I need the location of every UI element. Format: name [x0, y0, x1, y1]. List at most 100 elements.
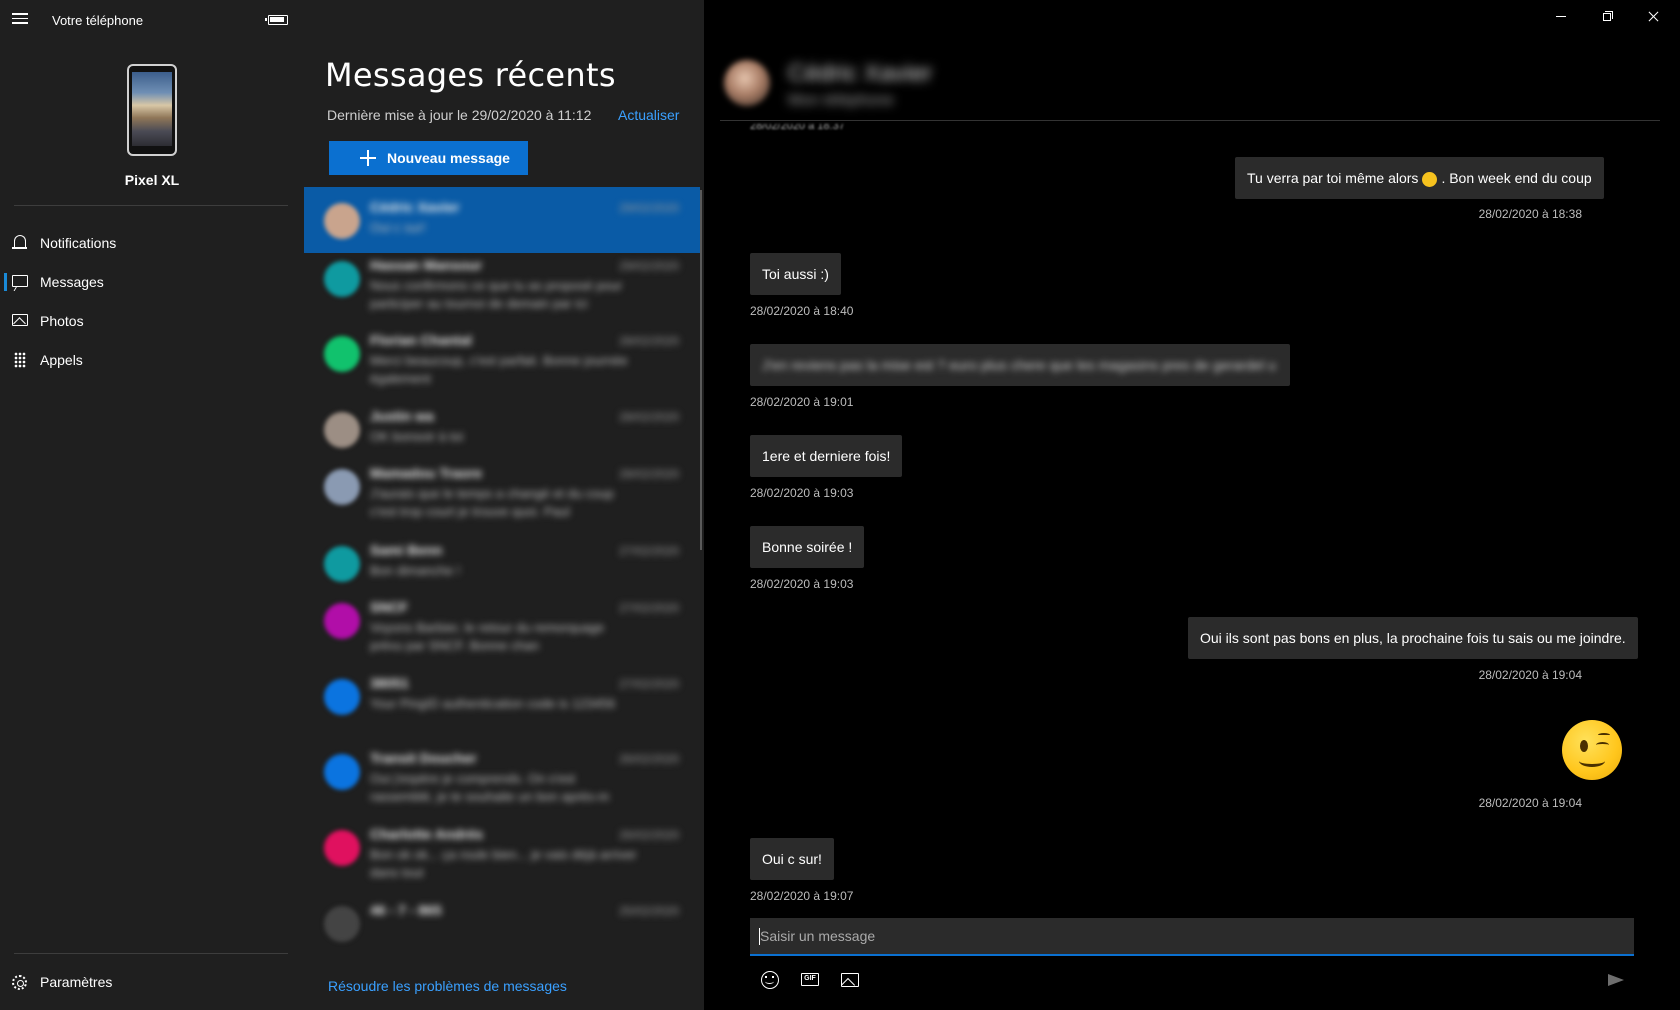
message-composer[interactable] — [750, 918, 1634, 956]
gif-icon: GIF — [801, 973, 819, 986]
conversation-name: 46 - 7 - 865 — [370, 902, 442, 918]
message-bubble-sent[interactable]: Tu verra par toi même alors . Bon week e… — [1235, 157, 1604, 199]
conversation-date: 26/02/2020 — [619, 752, 680, 766]
conversation-date: 28/02/2020 — [619, 410, 680, 424]
chat-pane: Cédric Xavier Mon téléphone 28/02/2020 à… — [704, 0, 1680, 1010]
conversation-date: 28/02/2020 — [619, 467, 680, 481]
conversation-item[interactable]: 46 - 7 - 865 25/02/2020 — [304, 890, 700, 964]
emoji-icon — [761, 971, 779, 989]
conversation-date: 27/02/2020 — [619, 544, 680, 558]
winking-face-emoji-icon[interactable] — [1562, 720, 1622, 780]
conversation-date: 27/02/2020 — [619, 677, 680, 691]
message-bubble-sent[interactable]: Oui ils sont pas bons en plus, la procha… — [1188, 617, 1638, 659]
conversation-name: Cédric Xavier — [370, 199, 460, 215]
nav-item-notifications[interactable]: Notifications — [0, 224, 304, 262]
conversation-date: 28/02/2020 — [619, 334, 680, 348]
conversation-item[interactable]: SNCF 27/02/2020 Voyons Barbier, le retour … — [304, 587, 700, 661]
message-bubble-received[interactable]: Oui c sur! — [750, 838, 834, 880]
gear-icon — [12, 975, 27, 990]
conversation-item[interactable]: Cédric Xavier 29/02/2020 Oui c sur! — [304, 187, 700, 253]
nav-item-settings[interactable]: Paramètres — [0, 963, 304, 1001]
message-input[interactable] — [750, 918, 1634, 954]
minimize-icon — [1556, 16, 1566, 17]
contact-subtitle: Mon téléphone — [788, 92, 894, 109]
navigation-pane: Votre téléphone Pixel XL Notifications M… — [0, 0, 304, 1010]
title-bar: Votre téléphone — [0, 0, 304, 40]
app-title: Votre téléphone — [52, 13, 144, 28]
dialpad-icon — [14, 352, 26, 368]
minimize-button[interactable] — [1538, 0, 1584, 32]
troubleshoot-link[interactable]: Résoudre les problèmes de messages — [328, 978, 567, 994]
divider — [14, 953, 288, 954]
message-timestamp: 28/02/2020 à 19:04 — [1478, 796, 1582, 810]
conversation-preview: Merci beaucoup, c'est parfait. Bonne jou… — [370, 353, 628, 386]
avatar — [324, 679, 360, 715]
nav-item-messages[interactable]: Messages — [0, 263, 304, 301]
conversation-name: Charlotte Andrés — [370, 826, 484, 842]
conversation-name: 38051 — [370, 675, 409, 691]
avatar — [324, 261, 360, 297]
nav-item-label: Paramètres — [40, 974, 113, 990]
conversation-date: 29/02/2020 — [619, 259, 680, 273]
avatar — [324, 412, 360, 448]
message-timestamp: 28/02/2020 à 19:01 — [750, 395, 854, 409]
nav-item-label: Notifications — [40, 235, 117, 251]
new-message-label: Nouveau message — [387, 150, 510, 166]
message-timestamp: 28/02/2020 à 19:07 — [750, 889, 854, 903]
conversation-preview: Voyons Barbier, le retour du remorquage … — [370, 620, 605, 653]
conversation-name: Justin wa — [370, 408, 434, 424]
hamburger-menu-icon[interactable] — [10, 10, 30, 30]
page-title: Messages récents — [325, 56, 616, 94]
image-button[interactable] — [836, 968, 864, 992]
message-timestamp: 28/02/2020 à 18:40 — [750, 304, 854, 318]
divider — [14, 205, 288, 206]
avatar — [324, 830, 360, 866]
send-button[interactable] — [1604, 968, 1628, 992]
new-message-button[interactable]: Nouveau message — [329, 141, 528, 175]
restore-button[interactable] — [1584, 0, 1630, 32]
conversation-item[interactable]: Mamadou Traore 28/02/2020 J'aurais que le … — [304, 453, 700, 527]
contact-name: Cédric Xavier — [788, 60, 933, 87]
nav-item-photos[interactable]: Photos — [0, 302, 304, 340]
conversation-item[interactable]: Transit Doucher 26/02/2020 Oui j'espère je… — [304, 738, 700, 812]
divider — [720, 120, 1660, 121]
conversation-name: Hassan Mansour — [370, 257, 483, 273]
conversation-name: SNCF — [370, 599, 409, 615]
avatar — [324, 906, 360, 942]
photo-icon — [12, 314, 28, 326]
message-bubble-received[interactable]: Toi aussi :) — [750, 253, 841, 295]
message-bubble-received[interactable]: J'en reviens pas la mise est ? euro plus… — [750, 344, 1290, 386]
conversation-item[interactable]: 38051 27/02/2020 Your PingID authenticatio… — [304, 663, 700, 737]
avatar — [324, 469, 360, 505]
conversation-list-pane: Messages récents Dernière mise à jour le… — [304, 0, 704, 1010]
refresh-link[interactable]: Actualiser — [618, 107, 679, 123]
emoji-button[interactable] — [756, 968, 784, 992]
conversation-preview: Nous confirmons ce que tu as proposé pou… — [370, 278, 623, 311]
message-bubble-received[interactable]: Bonne soirée ! — [750, 526, 865, 568]
avatar — [324, 546, 360, 582]
conversation-item[interactable]: Florian Chantal 28/02/2020 Merci beaucoup,… — [304, 320, 700, 394]
conversation-preview: Oui c sur! — [370, 220, 426, 235]
conversation-preview: Bon dimanche ! — [370, 563, 461, 578]
restore-icon — [1603, 13, 1611, 21]
avatar — [324, 336, 360, 372]
winking-face-icon — [1422, 171, 1438, 187]
conversation-name: Florian Chantal — [370, 332, 472, 348]
avatar — [324, 203, 360, 239]
conversation-preview: Bon ok ok... ça roule bien... je vais dé… — [370, 847, 637, 880]
send-icon — [1608, 974, 1624, 986]
gif-button[interactable]: GIF — [796, 968, 824, 992]
battery-icon — [265, 15, 288, 25]
conversation-preview: OK bonsoir à toi — [370, 429, 464, 444]
phone-name: Pixel XL — [124, 172, 180, 188]
conversation-item[interactable]: Hassan Mansour 29/02/2020 Nous confirmons … — [304, 245, 700, 319]
message-bubble-received[interactable]: 1ere et derniere fois! — [750, 435, 903, 477]
conversation-item[interactable]: Charlotte Andrés 26/02/2020 Bon ok ok... ç… — [304, 814, 700, 888]
chat-header: Cédric Xavier Mon téléphone — [720, 52, 970, 122]
conversation-preview: Your PingID authentication code is 12345… — [370, 696, 616, 711]
nav-item-calls[interactable]: Appels — [0, 341, 304, 379]
scrollbar[interactable] — [700, 190, 702, 550]
avatar — [724, 60, 770, 106]
image-icon — [841, 973, 859, 987]
close-button[interactable] — [1630, 0, 1676, 32]
